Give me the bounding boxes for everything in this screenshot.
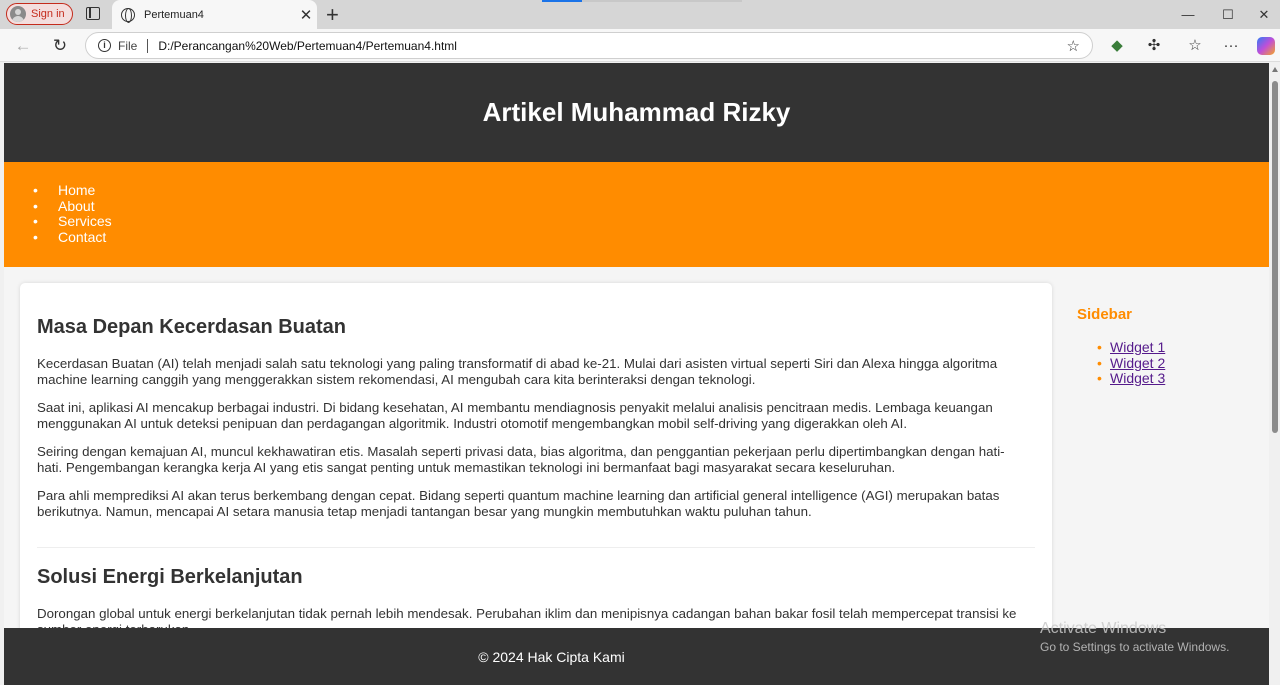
sign-in-label: Sign in [31, 8, 65, 20]
address-bar[interactable]: i File D:/Perancangan%20Web/Pertemuan4/P… [85, 32, 1093, 59]
widget-item: Widget 1 [1097, 339, 1257, 356]
address-toolbar: ← ↻ i File D:/Perancangan%20Web/Pertemua… [0, 29, 1280, 62]
article-paragraph: Para ahli memprediksi AI akan terus berk… [37, 488, 1000, 519]
watermark-subtitle: Go to Settings to activate Windows. [1040, 640, 1230, 654]
widget-item: Widget 3 [1097, 370, 1257, 387]
loading-indicator [542, 0, 582, 2]
scroll-up-arrow-icon[interactable] [1272, 67, 1278, 72]
watermark-title: Activate Windows [1040, 620, 1167, 637]
nav-list: Home About Services Contact [33, 182, 112, 246]
widget-list: Widget 1 Widget 2 Widget 3 [1097, 339, 1257, 387]
nav-item-services: Services [33, 213, 112, 230]
browser-tab-strip: Sign in Pertemuan4 ✕ + — ☐ ✕ [0, 0, 1280, 29]
article-paragraph: Kecerdasan Buatan (AI) telah menjadi sal… [37, 356, 998, 387]
tab-actions-icon[interactable] [86, 7, 100, 20]
maximize-button[interactable]: ☐ [1208, 0, 1248, 29]
favorite-star-icon[interactable]: ☆ [1067, 37, 1080, 55]
address-url[interactable]: D:/Perancangan%20Web/Pertemuan4/Pertemua… [158, 39, 1066, 53]
sidebar: Sidebar Widget 1 Widget 2 Widget 3 [1077, 306, 1257, 387]
more-menu-button[interactable]: ··· [1222, 37, 1240, 55]
back-button[interactable]: ← [11, 34, 35, 58]
extension-icon[interactable]: ◆ [1108, 37, 1126, 55]
address-scheme: File [118, 38, 138, 53]
favorites-icon[interactable]: ☆ [1186, 37, 1204, 55]
article-paragraph: Seiring dengan kemajuan AI, muncul kekha… [37, 444, 1005, 475]
nav-link-about[interactable]: About [58, 198, 95, 214]
page-title: Artikel Muhammad Rizky [482, 97, 791, 127]
widget-link-2[interactable]: Widget 2 [1110, 355, 1165, 371]
browser-tab-active[interactable]: Pertemuan4 ✕ [112, 0, 317, 29]
loading-track [582, 0, 742, 2]
new-tab-button[interactable]: + [326, 2, 339, 28]
widget-link-3[interactable]: Widget 3 [1110, 370, 1165, 386]
nav-link-home[interactable]: Home [58, 182, 95, 198]
article-paragraph: Saat ini, aplikasi AI mencakup berbagai … [37, 400, 993, 431]
scrollbar-thumb[interactable] [1272, 81, 1278, 433]
profile-avatar-icon [10, 6, 26, 22]
close-window-button[interactable]: ✕ [1248, 0, 1280, 29]
nav-item-about: About [33, 198, 112, 215]
extensions-puzzle-icon[interactable]: ✣ [1145, 37, 1163, 55]
sidebar-title: Sidebar [1077, 306, 1133, 323]
article-divider [37, 547, 1035, 548]
site-nav: Home About Services Contact [4, 162, 1269, 267]
nav-item-contact: Contact [33, 229, 112, 246]
page-scrollbar[interactable] [1270, 63, 1280, 685]
copilot-icon[interactable] [1257, 37, 1275, 55]
reload-button[interactable]: ↻ [48, 34, 72, 58]
close-tab-button[interactable]: ✕ [295, 6, 317, 24]
address-separator [147, 38, 149, 53]
info-icon[interactable]: i [98, 39, 111, 52]
page-viewport: Artikel Muhammad Rizky Home About Servic… [4, 63, 1269, 685]
nav-link-contact[interactable]: Contact [58, 229, 106, 245]
widget-link-1[interactable]: Widget 1 [1110, 339, 1165, 355]
widget-item: Widget 2 [1097, 355, 1257, 372]
article-title: Masa Depan Kecerdasan Buatan [37, 316, 347, 338]
globe-icon [121, 7, 135, 23]
tab-title: Pertemuan4 [144, 8, 204, 21]
windows-activation-watermark: Activate Windows Go to Settings to activ… [1040, 619, 1229, 655]
main-content: Masa Depan Kecerdasan Buatan Kecerdasan … [20, 283, 1052, 685]
nav-link-services[interactable]: Services [58, 213, 112, 229]
article-title: Solusi Energi Berkelanjutan [37, 566, 303, 588]
sign-in-button[interactable]: Sign in [6, 3, 73, 25]
site-header: Artikel Muhammad Rizky [4, 63, 1269, 162]
minimize-button[interactable]: — [1168, 0, 1208, 29]
nav-item-home: Home [33, 182, 112, 199]
footer-copyright: © 2024 Hak Cipta Kami [478, 648, 625, 665]
